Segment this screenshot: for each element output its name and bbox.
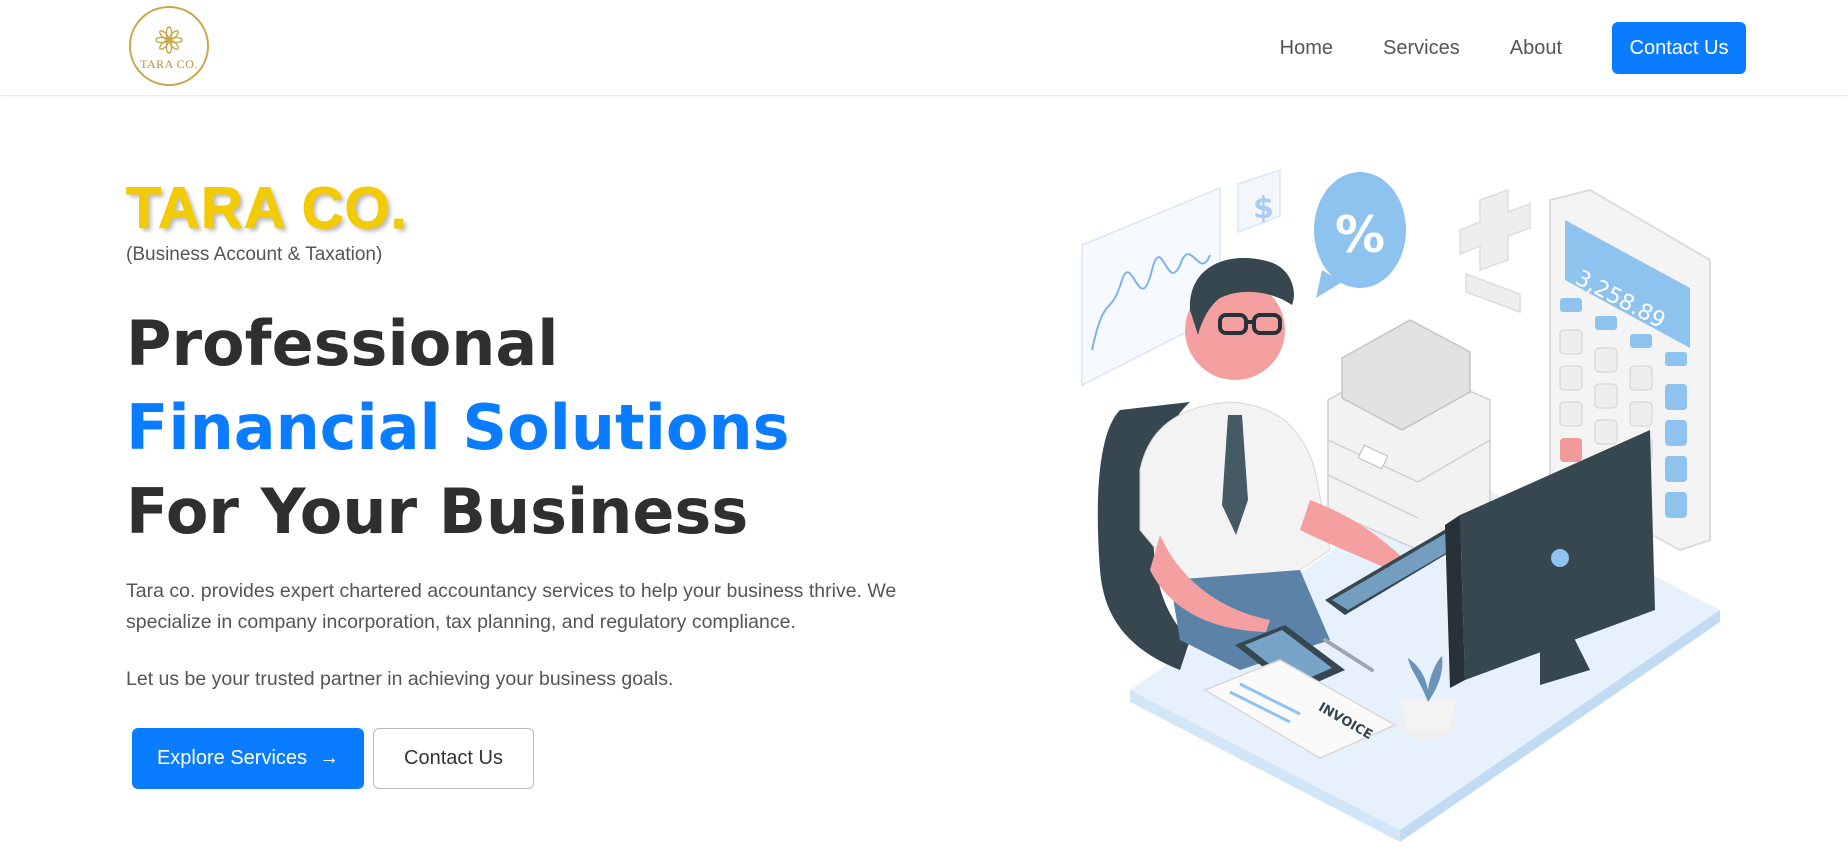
nav-contact-button[interactable]: Contact Us [1612, 22, 1746, 74]
dollar-badge: $ [1237, 170, 1281, 234]
navbar: TARA CO. Home Services About Contact Us [0, 0, 1848, 96]
hero-headline: Professional Financial Solutions For You… [126, 302, 956, 554]
nav-link-services[interactable]: Services [1383, 37, 1460, 60]
accountant-illustration: $ % 3,258.89 INVOICE [1081, 170, 1720, 842]
nav-links: Home Services About Contact Us [1280, 0, 1746, 96]
percent-bubble: % [1314, 172, 1406, 298]
arrow-right-icon: → [319, 747, 340, 769]
percent-symbol: % [1335, 206, 1385, 264]
dollar-symbol: $ [1253, 191, 1274, 226]
hero-section: TARA CO. (Business Account & Taxation) P… [126, 176, 956, 691]
brand-title: TARA CO. [126, 176, 408, 241]
headline-line-3: For Your Business [126, 475, 749, 548]
logo-text: TARA CO. [140, 56, 198, 71]
headline-line-2: Financial Solutions [126, 391, 790, 464]
hero-description: Tara co. provides expert chartered accou… [126, 580, 897, 633]
nav-link-about[interactable]: About [1510, 37, 1562, 60]
explore-services-label: Explore Services [156, 747, 308, 769]
brand-subtitle: (Business Account & Taxation) [126, 244, 383, 265]
logo[interactable]: TARA CO. [129, 6, 209, 86]
hero-buttons: Explore Services → Contact Us [132, 728, 534, 789]
explore-services-button[interactable]: Explore Services → [132, 728, 364, 789]
nav-link-home[interactable]: Home [1280, 37, 1333, 60]
hero-tagline: Let us be your trusted partner in achiev… [126, 668, 674, 690]
headline-line-1: Professional [126, 307, 559, 380]
flower-logo-icon [155, 25, 183, 54]
plus-minus-signs [1459, 188, 1531, 314]
contact-us-button[interactable]: Contact Us [373, 728, 534, 789]
